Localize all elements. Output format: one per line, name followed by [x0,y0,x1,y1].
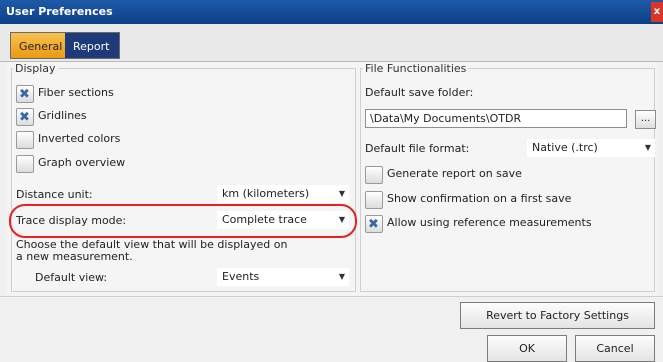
allow-reference-label: Allow using reference measurements [387,216,592,229]
gridlines-label: Gridlines [38,109,87,122]
cancel-button[interactable]: Cancel [575,335,655,362]
close-button[interactable]: x [651,2,663,22]
graph-overview-label: Graph overview [38,156,126,169]
file-format-select[interactable]: Native (.trc) ▼ [527,139,655,157]
fiber-sections-checkbox[interactable] [16,85,34,103]
trace-display-mode-label: Trace display mode: [16,214,127,227]
separator [0,296,663,297]
browse-button[interactable]: ... [635,110,656,129]
display-legend: Display [13,62,58,75]
tab-general[interactable]: General [10,32,65,59]
general-panel: Display Fiber sections Gridlines Inverte… [7,62,658,329]
file-functionalities-legend: File Functionalities [363,62,469,75]
chevron-down-icon: ▼ [338,272,345,281]
trace-display-mode-value: Complete trace [222,213,307,226]
default-view-select[interactable]: Events ▼ [217,268,349,286]
default-view-label: Default view: [35,271,108,284]
distance-unit-value: km (kilometers) [222,187,310,200]
inverted-colors-checkbox[interactable] [16,131,34,149]
show-confirmation-label: Show confirmation on a first save [387,192,572,205]
tab-report[interactable]: Report [65,32,120,59]
save-folder-input[interactable]: \Data\My Documents\OTDR [365,109,627,128]
show-confirmation-checkbox[interactable] [365,191,383,209]
default-view-value: Events [222,270,260,283]
graph-overview-checkbox[interactable] [16,155,34,173]
allow-reference-checkbox[interactable] [365,215,383,233]
file-format-label: Default file format: [365,142,470,155]
window-titlebar: User Preferences x [0,0,663,24]
trace-display-mode-select[interactable]: Complete trace ▼ [217,211,349,229]
distance-unit-label: Distance unit: [16,188,93,201]
chevron-down-icon: ▼ [338,189,345,198]
gridlines-checkbox[interactable] [16,108,34,126]
chevron-down-icon: ▼ [338,215,345,224]
inverted-colors-label: Inverted colors [38,132,121,145]
tab-bar: General Report [0,24,663,62]
ok-button[interactable]: OK [487,335,567,362]
default-view-hint: Choose the default view that will be dis… [16,238,288,263]
close-icon: x [653,6,661,17]
save-folder-label: Default save folder: [365,86,474,99]
revert-factory-settings-button[interactable]: Revert to Factory Settings [460,302,655,329]
generate-report-label: Generate report on save [387,167,522,180]
generate-report-checkbox[interactable] [365,166,383,184]
distance-unit-select[interactable]: km (kilometers) ▼ [217,185,349,203]
file-format-value: Native (.trc) [532,141,598,154]
file-functionalities-group [360,68,655,292]
window-title: User Preferences [6,5,113,18]
fiber-sections-label: Fiber sections [38,86,114,99]
chevron-down-icon: ▼ [644,143,651,152]
